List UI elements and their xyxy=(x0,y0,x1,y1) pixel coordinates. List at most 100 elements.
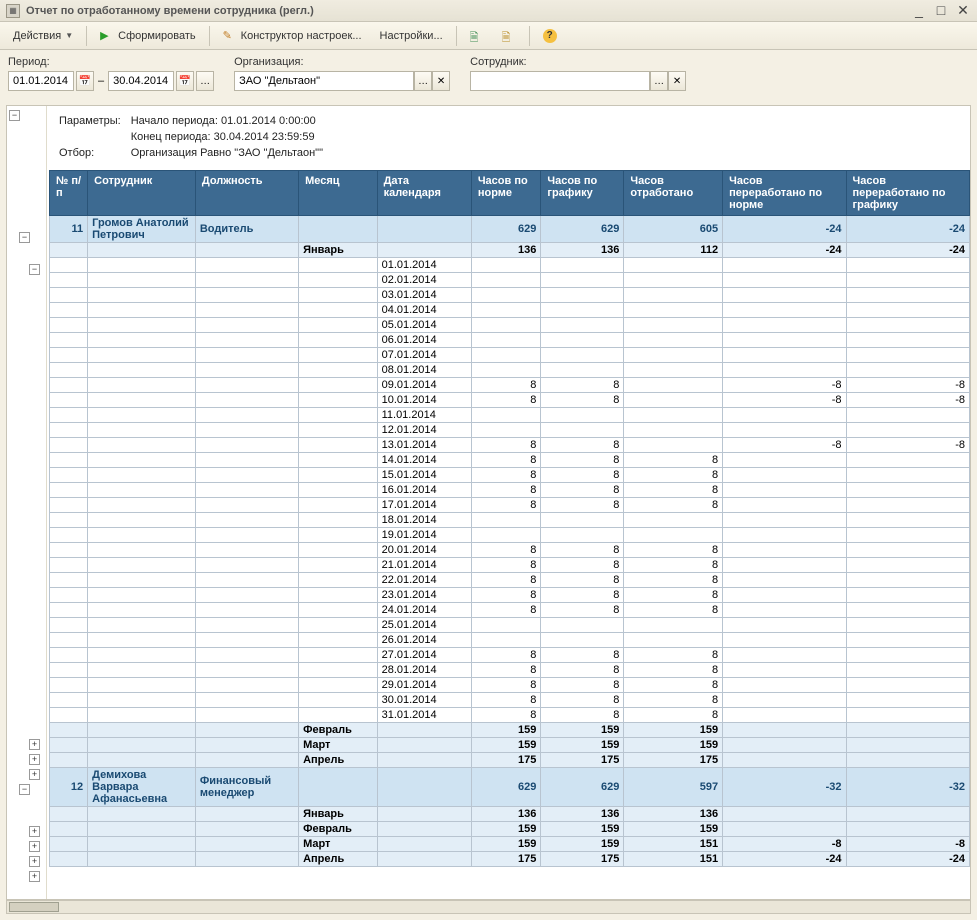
table-row[interactable]: 16.01.2014888 xyxy=(50,483,970,498)
tree-collapse-root[interactable]: − xyxy=(9,110,20,121)
separator xyxy=(529,26,530,46)
settings-button[interactable]: Настройки... xyxy=(373,27,450,45)
table-row[interactable]: 29.01.2014888 xyxy=(50,678,970,693)
table-row[interactable]: 15.01.2014888 xyxy=(50,468,970,483)
cell-emp xyxy=(88,393,196,408)
table-row[interactable]: 23.01.2014888 xyxy=(50,588,970,603)
table-row[interactable]: 30.01.2014888 xyxy=(50,693,970,708)
date-from-picker[interactable]: 📅 xyxy=(76,71,94,91)
cell-h5 xyxy=(846,708,969,723)
cell-h2: 175 xyxy=(541,852,624,867)
tree-expand-feb[interactable]: + xyxy=(29,739,40,750)
tree-expand-mar[interactable]: + xyxy=(29,754,40,765)
table-row[interactable]: 03.01.2014 xyxy=(50,288,970,303)
org-select[interactable]: … xyxy=(414,71,432,91)
table-row[interactable]: Февраль159159159 xyxy=(50,723,970,738)
th-h2: Часов по графику xyxy=(541,171,624,216)
table-row[interactable]: 19.01.2014 xyxy=(50,528,970,543)
date-from-input[interactable] xyxy=(8,71,74,91)
table-row[interactable]: 24.01.2014888 xyxy=(50,603,970,618)
table-row[interactable]: Январь136136136 xyxy=(50,807,970,822)
table-row[interactable]: 01.01.2014 xyxy=(50,258,970,273)
table-row[interactable]: 05.01.2014 xyxy=(50,318,970,333)
tree-collapse-jan[interactable]: − xyxy=(29,264,40,275)
table-row[interactable]: 12.01.2014 xyxy=(50,423,970,438)
table-row[interactable]: Январь136136112-24-24 xyxy=(50,243,970,258)
tree-expand-feb2[interactable]: + xyxy=(29,841,40,852)
form-button[interactable]: ▶ Сформировать xyxy=(93,26,203,46)
tree-expand-jan2[interactable]: + xyxy=(29,826,40,837)
table-row[interactable]: Апрель175175175 xyxy=(50,753,970,768)
cell-h3: 605 xyxy=(624,216,723,243)
tree-expand-apr2[interactable]: + xyxy=(29,871,40,882)
cell-emp xyxy=(88,288,196,303)
table-row[interactable]: 13.01.201488-8-8 xyxy=(50,438,970,453)
cell-month xyxy=(299,258,378,273)
report-area[interactable]: − − − + + + − + + + + Параметры: Начало … xyxy=(6,105,971,900)
table-row[interactable]: 04.01.2014 xyxy=(50,303,970,318)
cell-date: 26.01.2014 xyxy=(377,633,471,648)
table-row[interactable]: 21.01.2014888 xyxy=(50,558,970,573)
scroll-thumb[interactable] xyxy=(9,902,59,912)
table-row[interactable]: 11.01.2014 xyxy=(50,408,970,423)
cell-h3: 8 xyxy=(624,558,723,573)
table-row[interactable]: 08.01.2014 xyxy=(50,363,970,378)
table-row[interactable]: 07.01.2014 xyxy=(50,348,970,363)
emp-input[interactable] xyxy=(470,71,650,91)
tree-collapse-emp-11[interactable]: − xyxy=(19,232,30,243)
table-row[interactable]: 02.01.2014 xyxy=(50,273,970,288)
table-row[interactable]: 20.01.2014888 xyxy=(50,543,970,558)
actions-menu[interactable]: Действия ▼ xyxy=(6,27,80,45)
cell-h3: 8 xyxy=(624,468,723,483)
table-row[interactable]: 14.01.2014888 xyxy=(50,453,970,468)
tool-button-1[interactable]: 🗎 xyxy=(463,26,491,46)
tool-button-2[interactable]: 🗎 xyxy=(495,26,523,46)
cell-num xyxy=(50,738,88,753)
horizontal-scrollbar[interactable] xyxy=(6,900,971,914)
minimize-button[interactable]: _ xyxy=(911,2,927,19)
tree-expand-apr[interactable]: + xyxy=(29,769,40,780)
table-row[interactable]: 09.01.201488-8-8 xyxy=(50,378,970,393)
tree-expand-mar2[interactable]: + xyxy=(29,856,40,867)
cell-h1: 8 xyxy=(471,453,541,468)
cell-h1 xyxy=(471,333,541,348)
cell-date xyxy=(377,807,471,822)
emp-select[interactable]: … xyxy=(650,71,668,91)
table-row[interactable]: 06.01.2014 xyxy=(50,333,970,348)
cell-date: 28.01.2014 xyxy=(377,663,471,678)
period-select[interactable]: … xyxy=(196,71,214,91)
table-row[interactable]: 10.01.201488-8-8 xyxy=(50,393,970,408)
table-row[interactable]: 22.01.2014888 xyxy=(50,573,970,588)
cell-emp xyxy=(88,558,196,573)
help-button[interactable]: ? xyxy=(536,26,564,46)
cell-h5 xyxy=(846,543,969,558)
table-row[interactable]: Апрель175175151-24-24 xyxy=(50,852,970,867)
emp-clear[interactable]: ✕ xyxy=(668,71,686,91)
tree-collapse-emp-12[interactable]: − xyxy=(19,784,30,795)
table-row[interactable]: 25.01.2014 xyxy=(50,618,970,633)
date-to-input[interactable] xyxy=(108,71,174,91)
cell-h2 xyxy=(541,303,624,318)
cell-month xyxy=(299,468,378,483)
constructor-button[interactable]: ✎ Конструктор настроек... xyxy=(216,26,369,46)
table-row[interactable]: Март159159159 xyxy=(50,738,970,753)
table-row[interactable]: 26.01.2014 xyxy=(50,633,970,648)
table-row[interactable]: 17.01.2014888 xyxy=(50,498,970,513)
table-row[interactable]: 31.01.2014888 xyxy=(50,708,970,723)
table-row[interactable]: Февраль159159159 xyxy=(50,822,970,837)
org-input[interactable] xyxy=(234,71,414,91)
table-row[interactable]: 18.01.2014 xyxy=(50,513,970,528)
maximize-button[interactable]: □ xyxy=(933,2,949,19)
table-row[interactable]: 12Демихова Варвара АфанасьевнаФинансовый… xyxy=(50,768,970,807)
table-row[interactable]: 27.01.2014888 xyxy=(50,648,970,663)
th-h1: Часов по норме xyxy=(471,171,541,216)
table-row[interactable]: 11Громов Анатолий ПетровичВодитель629629… xyxy=(50,216,970,243)
cell-emp xyxy=(88,822,196,837)
date-to-picker[interactable]: 📅 xyxy=(176,71,194,91)
period-label: Период: xyxy=(8,56,214,68)
cell-emp xyxy=(88,648,196,663)
close-button[interactable]: ✕ xyxy=(955,2,971,19)
table-row[interactable]: Март159159151-8-8 xyxy=(50,837,970,852)
org-clear[interactable]: ✕ xyxy=(432,71,450,91)
table-row[interactable]: 28.01.2014888 xyxy=(50,663,970,678)
